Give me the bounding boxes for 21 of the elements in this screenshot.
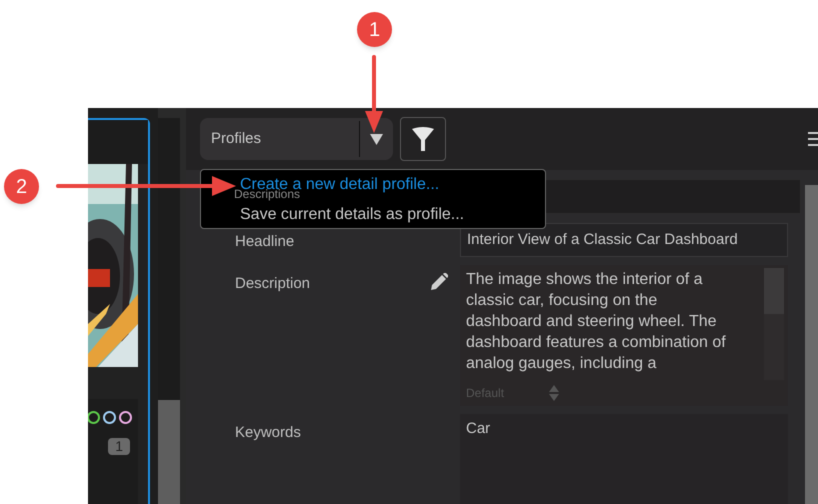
menu-item[interactable]: Save current details as profile... [240, 206, 464, 224]
description-text: The image shows the interior of a classic car, focusing on the dashboard and steering wheel. The dashboard features a combination of analog gauges, including a [465, 270, 727, 374]
section-title: Descriptions [234, 188, 300, 200]
field-label: Description [235, 274, 310, 294]
menu-icon[interactable] [808, 132, 818, 146]
color-label-icon[interactable] [88, 411, 100, 424]
headline-field[interactable]: Interior View of a Classic Car Dashboard [460, 223, 788, 257]
scrollbar-thumb[interactable] [805, 185, 818, 504]
field-label: Keywords [235, 423, 301, 443]
callout-number: 1 [357, 12, 392, 47]
filter-button[interactable] [400, 117, 446, 161]
color-label-icon[interactable] [103, 411, 116, 424]
scrollbar-thumb[interactable] [158, 400, 180, 504]
profiles-dropdown[interactable]: Profiles [200, 118, 393, 160]
field-label: Headline [235, 232, 294, 252]
count-badge: 1 [108, 438, 130, 455]
keywords-field[interactable]: Car [460, 414, 788, 504]
pencil-icon[interactable] [430, 273, 448, 291]
color-label-icon[interactable] [119, 411, 132, 424]
filter-icon [411, 126, 435, 152]
callout-number: 2 [4, 169, 39, 204]
